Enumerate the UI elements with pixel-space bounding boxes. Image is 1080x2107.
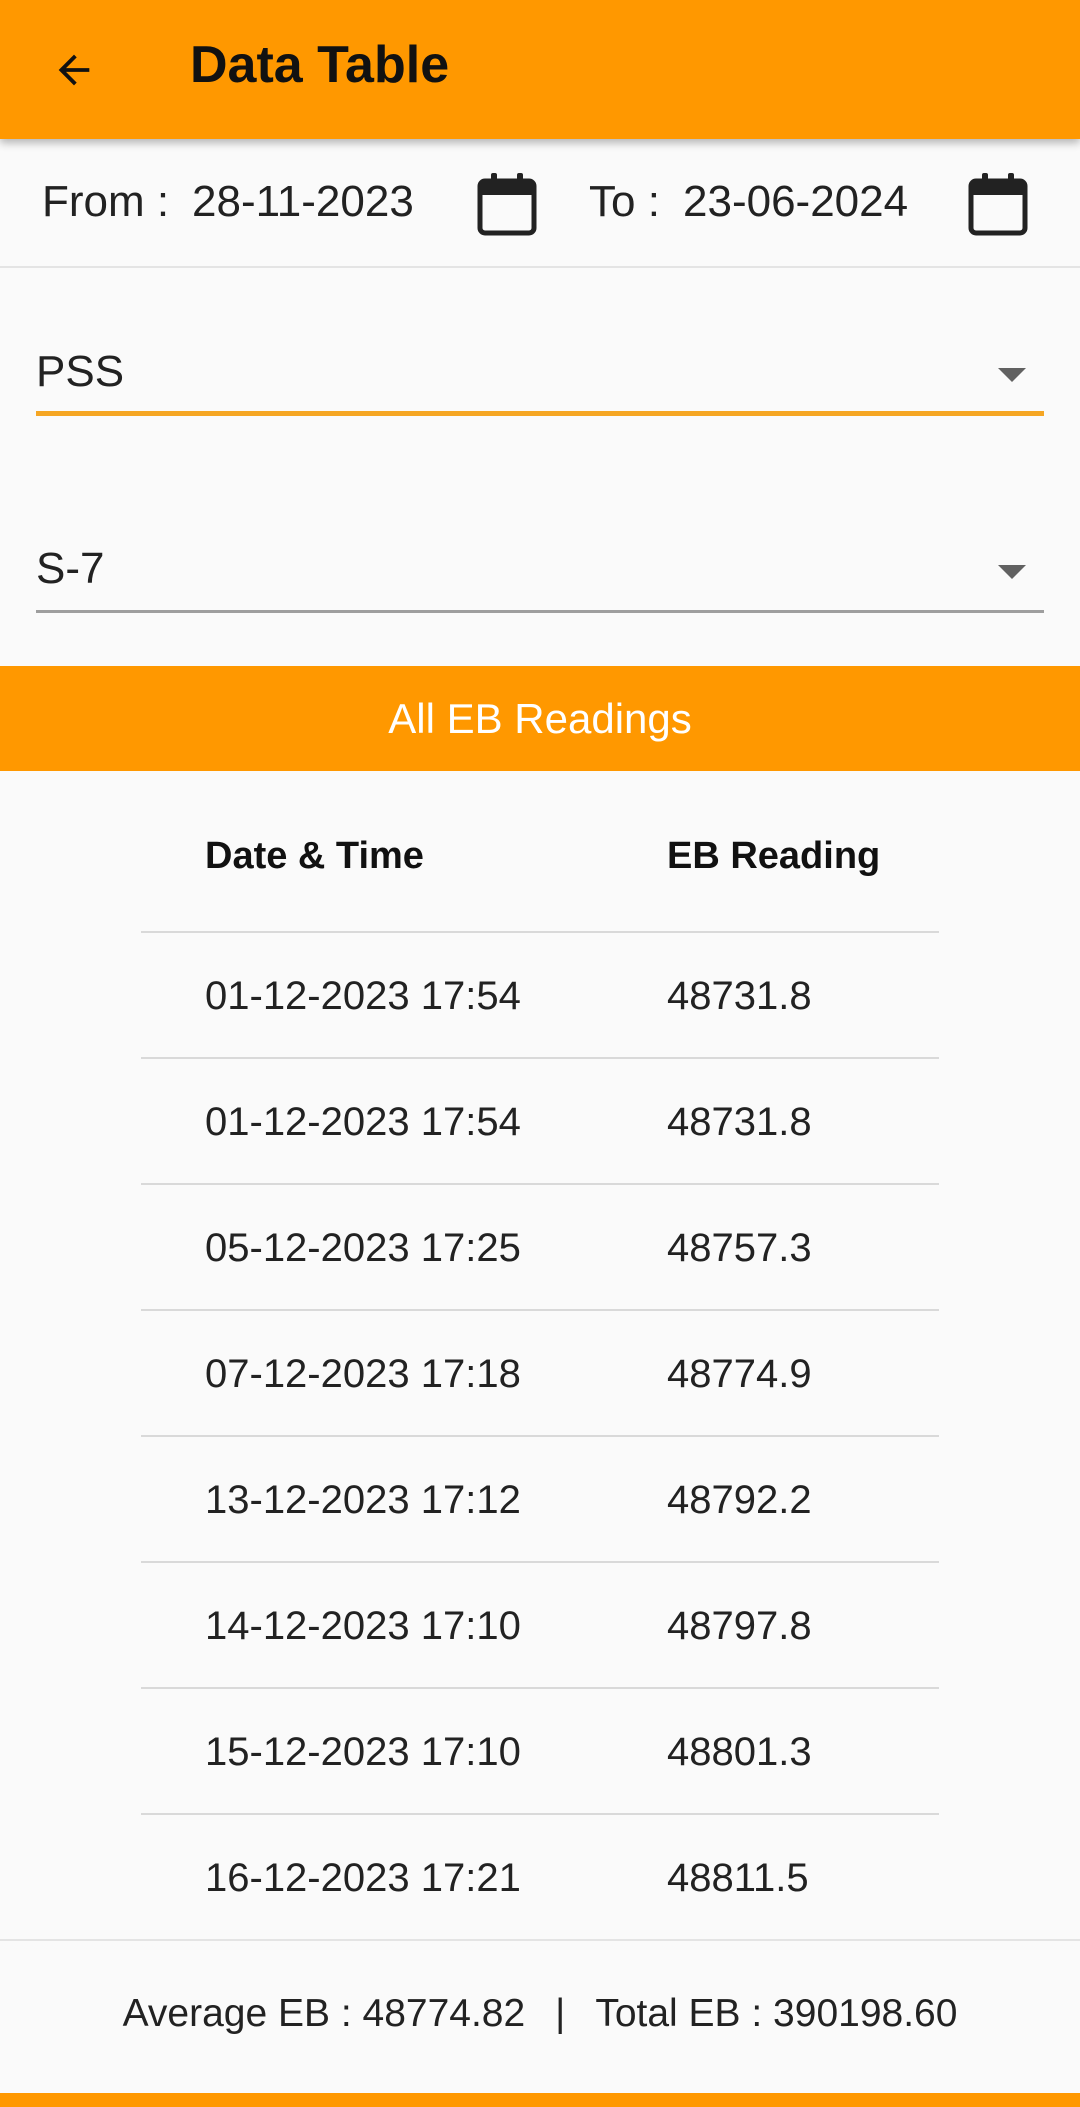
total-eb: Total EB : 390198.60 [595,1992,958,2035]
eb-readings-table: Date & Time EB Reading 01-12-2023 17:54 … [141,786,939,1939]
column-header-date-time[interactable]: Date & Time [205,834,424,878]
cell-eb-reading: 48801.3 [667,1730,812,1774]
page-title: Data Table [190,36,450,94]
average-eb: Average EB : 48774.82 [122,1992,526,2035]
section-title: All EB Readings [388,694,692,742]
summary-text: Average EB : 48774.82 | Total EB : 390198.… [0,1991,1080,2037]
table-row: 14-12-2023 17:10 48797.8 [141,1563,939,1689]
pss-dropdown-value: PSS [36,347,125,396]
cell-eb-reading: 48731.8 [667,974,812,1018]
table-row: 16-12-2023 17:21 48811.5 [141,1815,939,1939]
cell-eb-reading: 48774.9 [667,1352,812,1396]
cell-eb-reading: 48797.8 [667,1604,812,1648]
to-calendar-button[interactable] [967,171,1029,237]
table-row: 01-12-2023 17:54 48731.8 [141,1059,939,1185]
cell-date-time: 15-12-2023 17:10 [205,1730,521,1774]
table-row: 13-12-2023 17:12 48792.2 [141,1437,939,1563]
cell-date-time: 01-12-2023 17:54 [205,974,521,1018]
bottom-accent-bar [0,2093,1080,2107]
station-dropdown[interactable]: S-7 [36,533,1044,613]
cell-date-time: 01-12-2023 17:54 [205,1100,521,1144]
cell-eb-reading: 48731.8 [667,1100,812,1144]
arrow-left-icon [51,47,97,98]
cell-date-time: 05-12-2023 17:25 [205,1226,521,1270]
from-calendar-button[interactable] [476,171,538,237]
cell-date-time: 07-12-2023 17:18 [205,1352,521,1396]
to-label: To : [589,177,660,226]
app-bar: Data Table [0,0,1080,139]
table-row: 15-12-2023 17:10 48801.3 [141,1689,939,1815]
dropdown-underline [36,411,1044,416]
cell-eb-reading: 48757.3 [667,1226,812,1270]
from-label: From : [42,177,170,226]
section-header: All EB Readings [0,666,1080,771]
dropdown-arrow-icon [998,565,1026,579]
column-header-eb-reading[interactable]: EB Reading [667,834,880,878]
cell-eb-reading: 48792.2 [667,1478,812,1522]
table-row: 01-12-2023 17:54 48731.8 [141,933,939,1059]
summary-footer: Average EB : 48774.82 | Total EB : 390198.… [0,1939,1080,2091]
date-range-row: From : 28-11-2023 To : 23-06-2024 [0,139,1080,268]
calendar-icon [476,173,538,241]
table-row: 05-12-2023 17:25 48757.3 [141,1185,939,1311]
cell-eb-reading: 48811.5 [667,1856,809,1900]
pss-dropdown[interactable]: PSS [36,336,1044,416]
from-date-value[interactable]: 28-11-2023 [192,177,414,227]
dropdown-arrow-icon [998,368,1026,382]
station-dropdown-value: S-7 [36,544,105,593]
calendar-icon [967,173,1029,241]
table-header: Date & Time EB Reading [141,786,939,933]
dropdown-underline [36,610,1044,613]
to-date-value[interactable]: 23-06-2024 [683,177,908,227]
cell-date-time: 16-12-2023 17:21 [205,1856,521,1900]
cell-date-time: 13-12-2023 17:12 [205,1478,521,1522]
summary-separator: | [555,1992,566,2035]
table-row: 07-12-2023 17:18 48774.9 [141,1311,939,1437]
cell-date-time: 14-12-2023 17:10 [205,1604,521,1648]
back-button[interactable] [32,30,116,114]
